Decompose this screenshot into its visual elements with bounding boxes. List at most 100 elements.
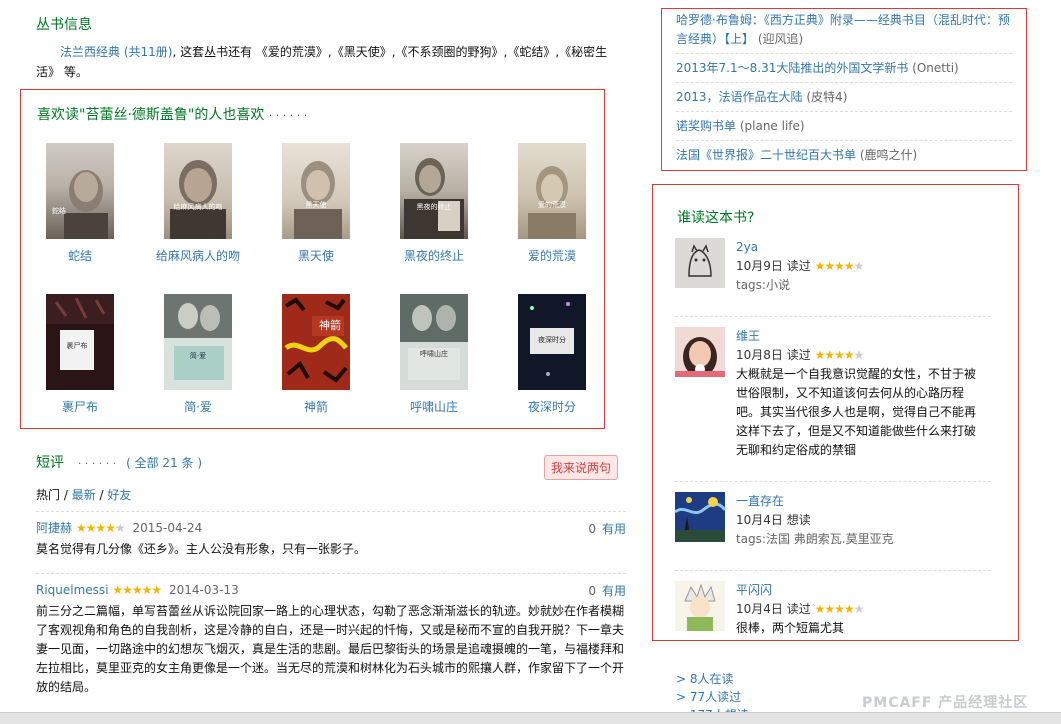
review-useful: 0 有用 [588,582,626,599]
avatar[interactable] [675,492,725,542]
reader-tags: tags:法国 弗朗索瓦.莫里亚克 [736,532,894,546]
book-title-link[interactable]: 给麻风病人的吻 [139,247,257,264]
series-info-section: 丛书信息 法兰西经典 (共11册), 这套丛书还有 《爱的荒漠》,《黑天使》,《… [36,14,626,82]
book-cover[interactable]: 裹尸布 [46,294,114,390]
book-list-author: (皮特4) [806,90,848,104]
book-list-item: 法国《世界报》二十世纪百大书单 (鹿鸣之什) [676,141,1012,169]
reading-link[interactable]: > 8人在读 [676,672,734,686]
book-cover[interactable]: 给麻风病人的吻 [164,143,232,239]
useful-button[interactable]: 有用 [602,584,626,598]
book-list-author: (鹿鸣之什) [859,148,918,162]
book-item[interactable]: 蛇结 蛇结 [21,143,139,264]
book-list-link[interactable]: 哈罗德·布鲁姆：《西方正典》附录——经典书目（混乱时代：预言经典）【上】 [676,13,1010,46]
book-item[interactable]: 黑天使 黑天使 [257,143,375,264]
book-title-link[interactable]: 爱的荒漠 [493,247,611,264]
reader-item: 平闪闪 10月4日 读过 ★★★★★ 很棒，两个短篇尤其 [675,581,991,638]
reader-comment: 大概就是一个自我意识觉醒的女性，不甘于被世俗限制，又不知道该何去何从的心路历程吧… [736,367,977,457]
book-title-link[interactable]: 夜深时分 [493,398,611,415]
book-item[interactable]: 黑夜的终止 黑夜的终止 [375,143,493,264]
book-list-author: (迎风追) [757,32,804,46]
bottom-scrollbar[interactable] [0,712,1061,724]
reader-tags: tags:小说 [736,278,790,292]
book-list-link[interactable]: 法国《世界报》二十世纪百大书单 [676,148,856,162]
book-cover-title: 给麻风病人的吻 [173,203,223,211]
review-user-link[interactable]: 阿捷赫 [36,521,72,535]
book-cover[interactable]: 简·爱 [164,294,232,390]
useful-button[interactable]: 有用 [602,522,626,536]
book-list-item: 哈罗德·布鲁姆：《西方正典》附录——经典书目（混乱时代：预言经典）【上】 (迎风… [676,9,1012,54]
review-date: 2014-03-13 [168,583,239,597]
useful-count: 0 [588,584,596,598]
book-title-link[interactable]: 蛇结 [21,247,139,264]
review-date: 2015-04-24 [132,521,203,535]
who-reads-box: 谁读这本书? 2ya 10月9日 读过 ★★★★★ tags:小说 维王 10月… [652,184,1019,641]
avatar[interactable] [675,238,725,288]
book-list-item: 2013，法语作品在大陆 (皮特4) [676,83,1012,112]
book-cover[interactable]: 夜深时分 [518,294,586,390]
review-text: 前三分之二篇幅，单写苔蕾丝从诉讼院回家一路上的心理状态，勾勒了恶念渐渐滋长的轨迹… [36,604,625,694]
book-item[interactable]: 神箭 神箭 [257,294,375,415]
book-title-link[interactable]: 呼啸山庄 [375,398,493,415]
who-reads-title: 谁读这本书? [677,210,755,226]
avatar[interactable] [675,581,725,631]
avatar[interactable] [675,327,725,377]
rating-stars: ★★★★★ [814,348,865,362]
also-like-box: 喜欢读"苔蕾丝·德斯盖鲁"的人也喜欢 · · · · · · 蛇结 蛇结 给麻风… [20,89,605,429]
book-cover[interactable]: 蛇结 [46,143,114,239]
sort-friends[interactable]: 好友 [107,488,131,502]
reader-name-link[interactable]: 2ya [736,240,758,254]
rating-stars: ★★★★★ [112,583,162,597]
book-lists-box: 哈罗德·布鲁姆：《西方正典》附录——经典书目（混乱时代：预言经典）【上】 (迎风… [661,8,1027,171]
book-cover[interactable]: 黑夜的终止 [400,143,468,239]
series-info-title: 丛书信息 [36,17,92,33]
book-title-link[interactable]: 神箭 [257,398,375,415]
book-cover[interactable]: 神箭 [282,294,350,390]
book-title-link[interactable]: 黑天使 [257,247,375,264]
book-list-link[interactable]: 2013，法语作品在大陆 [676,90,803,104]
book-item[interactable]: 爱的荒漠 爱的荒漠 [493,143,611,264]
useful-count: 0 [588,522,596,536]
read-link[interactable]: > 77人读过 [676,690,741,704]
reader-item: 一直存在 10月4日 想读 tags:法国 弗朗索瓦.莫里亚克 [675,492,991,549]
reader-item: 维王 10月8日 读过 ★★★★★ 大概就是一个自我意识觉醒的女性，不甘于被世俗… [675,327,991,460]
reviews-title: 短评 [36,455,64,471]
reviews-all-link[interactable]: ( 全部 21 条 ) [126,456,202,470]
book-list-link[interactable]: 诺奖购书单 [676,119,736,133]
reader-comment: 很棒，两个短篇尤其 [736,621,845,635]
reader-name-link[interactable]: 一直存在 [736,494,784,508]
book-item[interactable]: 给麻风病人的吻 给麻风病人的吻 [139,143,257,264]
divider [675,570,991,571]
series-link[interactable]: 法兰西经典 (共11册) [60,45,172,59]
reader-name-link[interactable]: 平闪闪 [736,583,772,597]
write-review-button[interactable]: 我来说两句 [543,455,618,480]
book-list-author: (plane life) [739,119,805,133]
book-item[interactable]: 简·爱 简·爱 [139,294,257,415]
also-like-title-text: 喜欢读"苔蕾丝·德斯盖鲁"的人也喜欢 [37,107,265,123]
book-item[interactable]: 夜深时分 夜深时分 [493,294,611,415]
sort-latest[interactable]: 最新 [72,488,96,502]
book-list-link[interactable]: 2013年7.1～8.31大陆推出的外国文学新书 [676,61,908,75]
book-cover[interactable]: 呼啸山庄 [400,294,468,390]
rating-stars: ★★★★★ [75,521,126,535]
book-cover-title: 黑夜的终止 [416,203,452,211]
book-cover-title: 蛇结 [52,207,66,215]
book-cover-title: 裹尸布 [66,342,88,350]
book-title-link[interactable]: 黑夜的终止 [375,247,493,264]
reader-name-link[interactable]: 维王 [736,329,760,343]
book-title-link[interactable]: 裹尸布 [21,398,139,415]
book-title-link[interactable]: 简·爱 [139,398,257,415]
also-like-title: 喜欢读"苔蕾丝·德斯盖鲁"的人也喜欢 · · · · · · [37,104,307,124]
reader-meta: 10月8日 读过 [736,348,811,362]
book-cover[interactable]: 爱的荒漠 [518,143,586,239]
book-cover-title: 神箭 [319,319,341,332]
short-reviews-section: 短评 · · · · · · ( 全部 21 条 ) 我来说两句 热门 / 最新… [36,452,626,703]
series-info-text: 法兰西经典 (共11册), 这套丛书还有 《爱的荒漠》,《黑天使》,《不系颈圈的… [36,42,626,82]
review-item: 阿捷赫 ★★★★★ 2015-04-24 0 有用 莫名觉得有几分像《还乡》。主人… [36,511,626,565]
sort-hot[interactable]: 热门 [36,488,60,502]
book-item[interactable]: 裹尸布 裹尸布 [21,294,139,415]
review-user-link[interactable]: Riquelmessi [36,583,109,597]
book-cover[interactable]: 黑天使 [282,143,350,239]
also-like-dots: · · · · · · [268,109,308,122]
book-cover-title: 呼啸山庄 [420,350,448,358]
book-item[interactable]: 呼啸山庄 呼啸山庄 [375,294,493,415]
